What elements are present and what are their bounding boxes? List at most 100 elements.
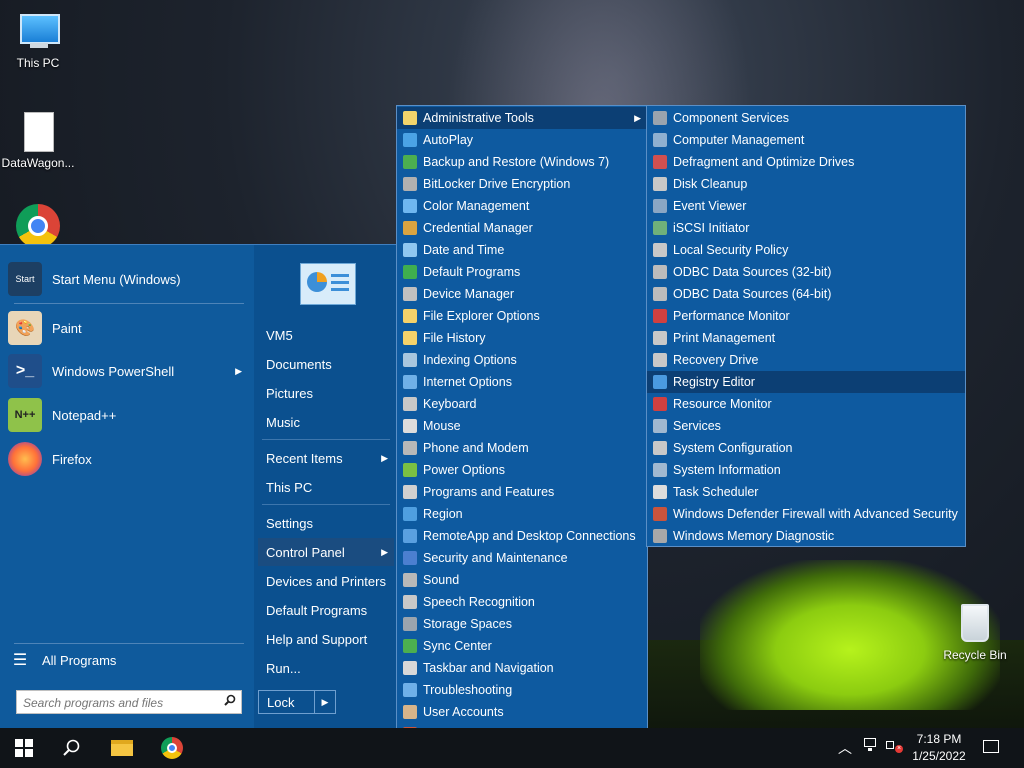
user-picture-icon[interactable] — [300, 263, 356, 305]
menu-item-file-history[interactable]: File History — [397, 327, 647, 349]
documents-link[interactable]: Documents — [258, 350, 394, 378]
menu-item-storage-spaces[interactable]: Storage Spaces — [397, 613, 647, 635]
menu-item-performance-monitor[interactable]: Performance Monitor — [647, 305, 965, 327]
pinned-start-menu-windows[interactable]: Start Start Menu (Windows) — [8, 259, 248, 299]
menu-item-odbc-data-sources-64-bit[interactable]: ODBC Data Sources (64-bit) — [647, 283, 965, 305]
menu-item-date-and-time[interactable]: Date and Time — [397, 239, 647, 261]
menu-item-recovery-drive[interactable]: Recovery Drive — [647, 349, 965, 371]
menu-item-label: Color Management — [423, 199, 530, 213]
menu-item-remoteapp-and-desktop-connections[interactable]: RemoteApp and Desktop Connections — [397, 525, 647, 547]
control-panel-link[interactable]: Control Panel ▶ — [258, 538, 394, 566]
menu-item-event-viewer[interactable]: Event Viewer — [647, 195, 965, 217]
desktop-icon-recycle-bin[interactable]: Recycle Bin — [937, 602, 1013, 662]
default-programs-link[interactable]: Default Programs — [258, 596, 394, 624]
menu-item-iscsi-initiator[interactable]: iSCSI Initiator — [647, 217, 965, 239]
help-and-support-link[interactable]: Help and Support — [258, 625, 394, 653]
pinned-notepadpp[interactable]: N++ Notepad++ — [8, 395, 248, 435]
menu-item-credential-manager[interactable]: Credential Manager — [397, 217, 647, 239]
defragment-and-optimize-drives-icon — [653, 155, 667, 169]
menu-item-color-management[interactable]: Color Management — [397, 195, 647, 217]
desktop-icon-datawagon[interactable]: DataWagon... — [0, 110, 76, 170]
menu-item-mouse[interactable]: Mouse — [397, 415, 647, 437]
desktop-icon-this-pc[interactable]: This PC — [0, 10, 76, 70]
pinned-firefox[interactable]: Firefox — [8, 439, 248, 479]
devices-and-printers-link[interactable]: Devices and Printers — [258, 567, 394, 595]
run-link[interactable]: Run... — [258, 654, 394, 682]
taskbar: ︿ × 7:18 PM 1/25/2022 — [0, 728, 1024, 768]
recent-items-link[interactable]: Recent Items ▶ — [258, 444, 394, 472]
action-center-icon[interactable] — [983, 740, 999, 753]
network-icon[interactable] — [862, 738, 878, 752]
all-programs[interactable]: ☰ All Programs — [8, 641, 248, 679]
menu-item-computer-management[interactable]: Computer Management — [647, 129, 965, 151]
settings-link[interactable]: Settings — [258, 509, 394, 537]
menu-item-phone-and-modem[interactable]: Phone and Modem — [397, 437, 647, 459]
start-menu-icon: Start — [8, 262, 42, 296]
taskbar-chrome[interactable] — [148, 728, 196, 768]
menu-item-resource-monitor[interactable]: Resource Monitor — [647, 393, 965, 415]
menu-item-backup-and-restore-windows-7[interactable]: Backup and Restore (Windows 7) — [397, 151, 647, 173]
pictures-link[interactable]: Pictures — [258, 379, 394, 407]
region-icon — [403, 507, 417, 521]
menu-item-sound[interactable]: Sound — [397, 569, 647, 591]
registry-editor-icon — [653, 375, 667, 389]
menu-item-programs-and-features[interactable]: Programs and Features — [397, 481, 647, 503]
start-button[interactable] — [0, 728, 48, 768]
menu-item-windows-memory-diagnostic[interactable]: Windows Memory Diagnostic — [647, 525, 965, 547]
menu-item-print-management[interactable]: Print Management — [647, 327, 965, 349]
search-input[interactable] — [17, 691, 221, 715]
music-link[interactable]: Music — [258, 408, 394, 436]
menu-item-indexing-options[interactable]: Indexing Options — [397, 349, 647, 371]
menu-item-region[interactable]: Region — [397, 503, 647, 525]
menu-item-bitlocker-drive-encryption[interactable]: BitLocker Drive Encryption — [397, 173, 647, 195]
menu-item-task-scheduler[interactable]: Task Scheduler — [647, 481, 965, 503]
menu-item-windows-defender-firewall-with-advanced-security[interactable]: Windows Defender Firewall with Advanced … — [647, 503, 965, 525]
menu-item-system-configuration[interactable]: System Configuration — [647, 437, 965, 459]
mouse-icon — [403, 419, 417, 433]
search-box[interactable] — [16, 690, 242, 715]
menu-item-label: Date and Time — [423, 243, 505, 257]
menu-item-label: File History — [423, 331, 486, 345]
search-icon — [224, 694, 236, 706]
menu-item-label: Sync Center — [423, 639, 492, 653]
pinned-paint[interactable]: 🎨 Paint — [8, 308, 248, 348]
separator — [14, 303, 244, 304]
menu-item-taskbar-and-navigation[interactable]: Taskbar and Navigation — [397, 657, 647, 679]
menu-item-system-information[interactable]: System Information — [647, 459, 965, 481]
menu-item-sync-center[interactable]: Sync Center — [397, 635, 647, 657]
lock-button[interactable]: Lock ▶ — [258, 690, 336, 714]
power-options-arrow-icon[interactable]: ▶ — [314, 691, 335, 713]
menu-item-defragment-and-optimize-drives[interactable]: Defragment and Optimize Drives — [647, 151, 965, 173]
taskbar-file-explorer[interactable] — [98, 728, 146, 768]
menu-item-default-programs[interactable]: Default Programs — [397, 261, 647, 283]
user-folder-link[interactable]: VM5 — [258, 321, 394, 349]
menu-item-label: Phone and Modem — [423, 441, 529, 455]
menu-item-power-options[interactable]: Power Options — [397, 459, 647, 481]
volume-muted-icon[interactable]: × — [886, 737, 904, 753]
menu-item-troubleshooting[interactable]: Troubleshooting — [397, 679, 647, 701]
all-programs-label: All Programs — [42, 652, 117, 668]
menu-item-disk-cleanup[interactable]: Disk Cleanup — [647, 173, 965, 195]
menu-item-keyboard[interactable]: Keyboard — [397, 393, 647, 415]
taskbar-search-button[interactable] — [48, 728, 96, 768]
clock-date[interactable]: 1/25/2022 — [906, 749, 972, 763]
this-pc-link[interactable]: This PC — [258, 473, 394, 501]
menu-item-autoplay[interactable]: AutoPlay — [397, 129, 647, 151]
menu-item-file-explorer-options[interactable]: File Explorer Options — [397, 305, 647, 327]
menu-item-odbc-data-sources-32-bit[interactable]: ODBC Data Sources (32-bit) — [647, 261, 965, 283]
menu-item-component-services[interactable]: Component Services — [647, 107, 965, 129]
menu-item-registry-editor[interactable]: Registry Editor — [647, 371, 965, 393]
menu-item-services[interactable]: Services — [647, 415, 965, 437]
menu-item-user-accounts[interactable]: User Accounts — [397, 701, 647, 723]
menu-item-internet-options[interactable]: Internet Options — [397, 371, 647, 393]
clock-time[interactable]: 7:18 PM — [906, 732, 972, 746]
pinned-powershell[interactable]: >_ Windows PowerShell ▶ — [8, 351, 248, 391]
menu-item-local-security-policy[interactable]: Local Security Policy — [647, 239, 965, 261]
bitlocker-drive-encryption-icon — [403, 177, 417, 191]
menu-item-speech-recognition[interactable]: Speech Recognition — [397, 591, 647, 613]
show-hidden-icons-chevron-icon[interactable]: ︿ — [838, 738, 852, 758]
menu-item-security-and-maintenance[interactable]: Security and Maintenance — [397, 547, 647, 569]
phone-and-modem-icon — [403, 441, 417, 455]
menu-item-device-manager[interactable]: Device Manager — [397, 283, 647, 305]
menu-item-administrative-tools[interactable]: Administrative Tools ▶ — [397, 107, 647, 129]
